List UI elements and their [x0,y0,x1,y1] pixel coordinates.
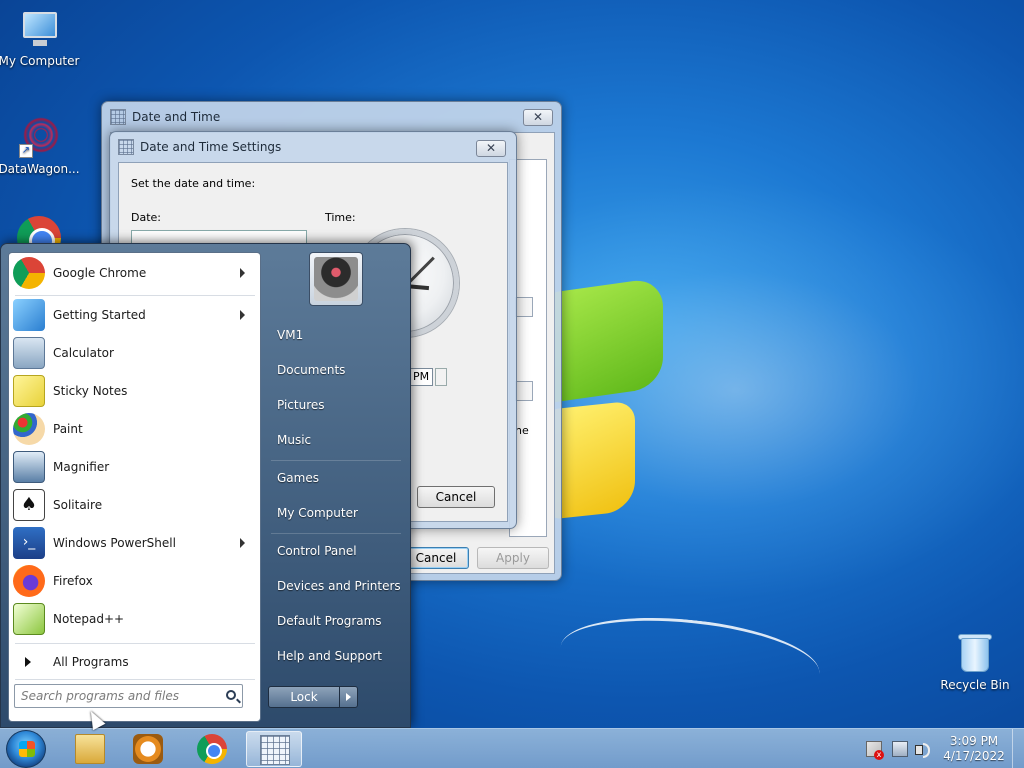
desktop-icon-datawagon[interactable]: ↗ DataWagon... [0,114,84,176]
time-spinner[interactable] [435,368,447,386]
all-programs-button[interactable]: All Programs [13,649,257,675]
program-paint[interactable]: Paint [13,411,257,447]
separator [15,295,255,296]
taskbar-media-player-button[interactable] [120,731,176,767]
start-link-user[interactable]: VM1 [263,320,403,350]
start-menu[interactable]: Google Chrome Getting Started Calculator… [0,243,411,728]
datawagon-shortcut-icon: ↗ [17,114,61,158]
start-link-pictures[interactable]: Pictures [263,390,403,420]
window-title: Date and Time [132,110,221,124]
search-icon[interactable] [226,690,236,700]
shutdown-options-arrow-icon[interactable] [339,686,358,708]
time-label: Time: [325,211,356,224]
wallpaper-logo-yellow [550,400,635,520]
title-bar[interactable]: Date and Time [102,102,561,132]
computer-icon [17,10,61,50]
start-link-music[interactable]: Music [263,425,403,455]
wallpaper-swoosh [556,606,824,714]
change-zone-button-edge[interactable] [515,381,533,401]
start-button[interactable] [6,730,46,768]
desktop-icon-label: DataWagon... [0,162,80,176]
taskbar-explorer-button[interactable] [62,731,118,767]
start-link-games[interactable]: Games [263,463,403,493]
submenu-arrow-icon[interactable] [240,538,245,548]
apply-button[interactable]: Apply [477,547,549,569]
start-link-control-panel[interactable]: Control Panel [263,536,403,566]
network-icon[interactable] [892,741,908,757]
clock-date: 4/17/2022 [943,749,1005,763]
start-link-help-and-support[interactable]: Help and Support [263,641,403,671]
partial-text: ne [515,424,529,437]
program-notepadpp[interactable]: Notepad++ [13,601,257,637]
program-google-chrome[interactable]: Google Chrome [13,255,257,291]
desktop-icon-recycle-bin[interactable]: Recycle Bin [930,632,1020,692]
start-link-my-computer[interactable]: My Computer [263,498,403,528]
taskbar-clock[interactable]: 3:09 PM 4/17/2022 [940,734,1008,764]
program-windows-powershell[interactable]: ›_ Windows PowerShell [13,525,257,561]
separator [15,679,255,680]
taskbar-date-time-button[interactable] [246,731,302,767]
expand-arrow-icon [25,657,31,667]
ampm-field[interactable]: PM [409,368,433,386]
cancel-button[interactable]: Cancel [417,486,495,508]
search-input[interactable]: Search programs and files [14,684,243,708]
powershell-icon: ›_ [13,527,45,559]
windows-explorer-icon [75,734,105,764]
desktop-icon-my-computer[interactable]: My Computer [0,10,84,68]
clock-time: 3:09 PM [949,734,999,748]
start-link-documents[interactable]: Documents [263,355,403,385]
paint-icon [13,413,45,445]
cancel-button[interactable]: Cancel [403,547,469,569]
desktop-icon-label: Recycle Bin [940,678,1010,692]
notepadpp-icon [13,603,45,635]
separator [271,533,401,534]
lock-button[interactable]: Lock [268,686,340,708]
windows-logo-icon [19,741,35,757]
submenu-arrow-icon[interactable] [240,310,245,320]
firefox-icon [13,565,45,597]
start-link-default-programs[interactable]: Default Programs [263,606,403,636]
getting-started-icon [13,299,45,331]
action-center-flag-icon[interactable] [866,741,884,760]
program-solitaire[interactable]: ♠ Solitaire [13,487,257,523]
start-link-devices-and-printers[interactable]: Devices and Printers [263,571,403,601]
date-time-icon [260,735,290,765]
dialog-title: Date and Time Settings [140,140,282,154]
program-getting-started[interactable]: Getting Started [13,297,257,333]
title-bar[interactable]: Date and Time Settings [110,132,516,162]
show-desktop-button[interactable] [1012,729,1024,768]
heading: Set the date and time: [131,177,256,190]
calculator-icon [13,337,45,369]
taskbar-chrome-button[interactable] [184,731,240,767]
recycle-bin-icon [957,632,993,674]
solitaire-icon: ♠ [13,489,45,521]
separator [271,460,401,461]
sticky-notes-icon [13,375,45,407]
date-time-icon [110,109,126,125]
date-label: Date: [131,211,161,224]
separator [15,643,255,644]
change-button-edge[interactable] [515,297,533,317]
submenu-arrow-icon[interactable] [240,268,245,278]
taskbar: 3:09 PM 4/17/2022 [0,728,1024,768]
magnifier-icon [13,451,45,483]
program-magnifier[interactable]: Magnifier [13,449,257,485]
wallpaper-logo-green [548,276,663,404]
close-button[interactable]: ✕ [476,140,506,157]
user-avatar[interactable] [309,252,363,306]
date-time-icon [118,139,134,155]
close-button[interactable]: ✕ [523,109,553,126]
program-firefox[interactable]: Firefox [13,563,257,599]
volume-icon[interactable] [914,741,930,758]
chrome-icon [13,257,45,289]
desktop-icon-label: My Computer [0,54,80,68]
programs-pane: Google Chrome Getting Started Calculator… [8,252,261,722]
program-sticky-notes[interactable]: Sticky Notes [13,373,257,409]
chrome-icon [197,734,227,764]
program-calculator[interactable]: Calculator [13,335,257,371]
media-player-icon [133,734,163,764]
